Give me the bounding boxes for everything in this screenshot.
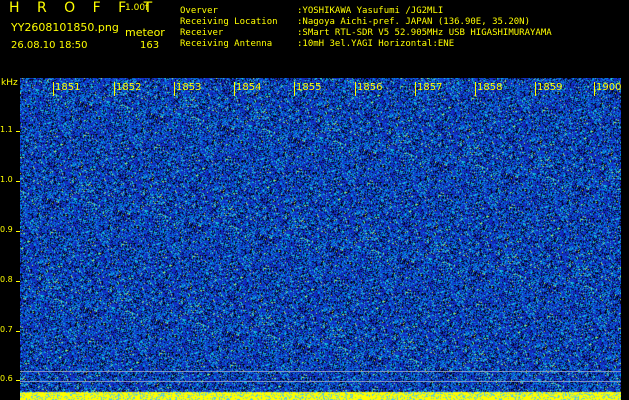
x-tick-label: 1859	[537, 82, 563, 93]
x-tick	[234, 82, 235, 96]
y-tick-label: 1.0	[0, 175, 13, 184]
header-panel: H R O F F T 1.00f YY2608101850.png meteo…	[0, 0, 629, 78]
y-tick-label: 0.9	[0, 225, 13, 234]
y-tick-label: 1.1	[0, 125, 13, 134]
x-tick-label: 1853	[176, 82, 202, 93]
y-axis: 1.1 1.0 0.9 0.8 0.7 0.6	[0, 0, 20, 400]
y-tick	[16, 331, 20, 332]
x-tick-label: 1851	[55, 82, 81, 93]
info-label: Receiver	[180, 28, 224, 38]
y-tick	[16, 380, 20, 381]
x-tick-label: 1900	[596, 82, 622, 93]
x-tick-label: 1857	[417, 82, 443, 93]
info-row-location: Receiving Location :Nagoya Aichi-pref. JA…	[180, 17, 552, 28]
spectrogram-canvas	[20, 78, 621, 400]
x-tick	[174, 82, 175, 96]
x-tick	[355, 82, 356, 96]
info-label: Overver	[180, 6, 218, 16]
info-value: :YOSHIKAWA Yasufumi /JG2MLI	[297, 6, 444, 16]
meteor-count: 163	[140, 40, 160, 51]
x-tick-label: 1858	[477, 82, 503, 93]
info-row-antenna: Receiving Antenna :10mH 3el.YAGI Horizont…	[180, 39, 552, 50]
x-tick-label: 1852	[116, 82, 142, 93]
x-tick	[475, 82, 476, 96]
image-filename: YY2608101850.png	[11, 21, 119, 34]
info-value: :10mH 3el.YAGI Horizontal:ENE	[297, 39, 455, 49]
y-tick	[16, 131, 20, 132]
y-tick-label: 0.7	[0, 325, 13, 334]
station-info: Overver :YOSHIKAWA Yasufumi /JG2MLI Recei…	[180, 6, 552, 50]
x-tick	[594, 82, 595, 96]
x-tick	[294, 82, 295, 96]
x-tick-label: 1855	[296, 82, 322, 93]
y-tick	[16, 231, 20, 232]
y-tick-label: 0.8	[0, 275, 13, 284]
info-row-observer: Overver :YOSHIKAWA Yasufumi /JG2MLI	[180, 6, 552, 17]
y-tick-label: 0.6	[0, 374, 13, 383]
x-tick-label: 1854	[236, 82, 262, 93]
marker-line	[20, 371, 621, 372]
app-version: 1.00f	[125, 3, 149, 13]
x-tick	[53, 82, 54, 96]
y-tick	[16, 281, 20, 282]
info-row-receiver: Receiver :SMart RTL-SDR V5 52.905MHz USB …	[180, 28, 552, 39]
info-value: :Nagoya Aichi-pref. JAPAN (136.90E, 35.2…	[297, 17, 530, 27]
observation-datetime: 26.08.10 18:50	[11, 40, 88, 51]
x-tick-label: 1856	[357, 82, 383, 93]
x-tick	[114, 82, 115, 96]
x-tick	[535, 82, 536, 96]
info-label: Receiving Antenna	[180, 39, 273, 49]
info-value: :SMart RTL-SDR V5 52.905MHz USB HIGASHIM…	[297, 28, 552, 38]
mode-label: meteor	[125, 26, 165, 39]
marker-line	[20, 381, 621, 382]
y-tick	[16, 181, 20, 182]
x-tick	[415, 82, 416, 96]
info-label: Receiving Location	[180, 17, 278, 27]
